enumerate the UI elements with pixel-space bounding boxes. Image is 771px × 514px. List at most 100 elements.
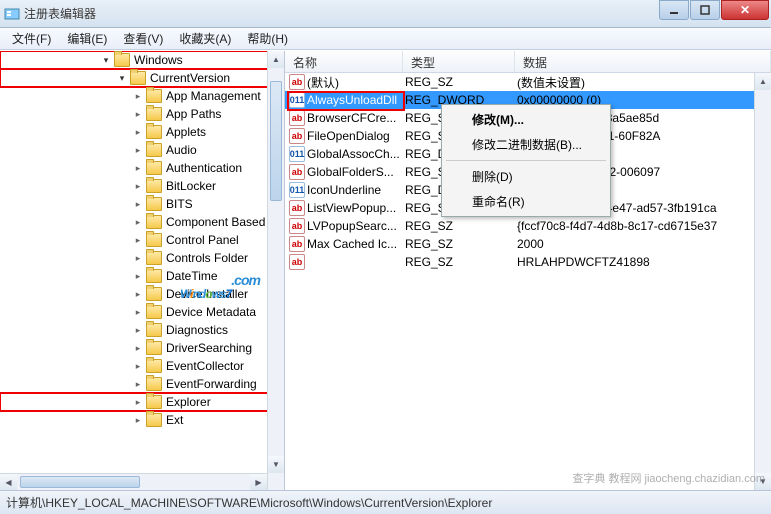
tree-item-device-installer[interactable]: ▸ Device Installer	[0, 285, 284, 303]
scroll-down-button[interactable]: ▼	[268, 456, 284, 473]
cell-name: ListViewPopup...	[307, 201, 405, 215]
menu-edit[interactable]: 编辑(E)	[59, 28, 115, 49]
chevron-right-icon[interactable]: ▸	[132, 198, 144, 210]
ctx-separator	[446, 160, 606, 161]
chevron-right-icon[interactable]: ▸	[132, 144, 144, 156]
ctx-modify[interactable]: 修改(M)...	[444, 107, 608, 132]
folder-icon	[130, 71, 146, 85]
ctx-delete[interactable]: 删除(D)	[444, 164, 608, 189]
chevron-right-icon[interactable]: ▸	[132, 216, 144, 228]
chevron-right-icon[interactable]: ▸	[132, 90, 144, 102]
chevron-right-icon[interactable]: ▸	[132, 162, 144, 174]
title-bar: 注册表编辑器 ✕	[0, 0, 771, 28]
status-path: 计算机\HKEY_LOCAL_MACHINE\SOFTWARE\Microsof…	[6, 494, 492, 511]
cell-name: BrowserCFCre...	[307, 111, 405, 125]
scroll-up-button[interactable]: ▲	[268, 51, 284, 68]
tree-label: App Management	[164, 89, 263, 103]
chevron-right-icon[interactable]: ▸	[132, 180, 144, 192]
binary-value-icon: 011	[289, 92, 305, 108]
tree-item-component-based[interactable]: ▸Component Based	[0, 213, 284, 231]
list-header: 名称 类型 数据	[285, 51, 771, 73]
string-value-icon: ab	[289, 110, 305, 126]
chevron-right-icon[interactable]: ▸	[132, 108, 144, 120]
tree-item-driversearching[interactable]: ▸DriverSearching	[0, 339, 284, 357]
chevron-right-icon[interactable]: ▸	[132, 396, 144, 408]
string-value-icon: ab	[289, 218, 305, 234]
col-type[interactable]: 类型	[403, 51, 515, 72]
maximize-button[interactable]	[690, 0, 720, 20]
tree-item-datetime[interactable]: ▸DateTime	[0, 267, 284, 285]
tree-scrollbar-horizontal[interactable]: ◀ ▶	[0, 473, 267, 490]
scroll-right-button[interactable]: ▶	[250, 474, 267, 490]
chevron-right-icon[interactable]: ▸	[132, 306, 144, 318]
tree-label: Device Metadata	[164, 305, 258, 319]
chevron-right-icon[interactable]: ▸	[132, 270, 144, 282]
string-value-icon: ab	[289, 128, 305, 144]
scroll-thumb[interactable]	[270, 81, 282, 201]
minimize-button[interactable]	[659, 0, 689, 20]
ctx-rename[interactable]: 重命名(R)	[444, 189, 608, 214]
tree-item-eventcollector[interactable]: ▸ EventCollector	[0, 357, 284, 375]
cell-name: (默认)	[307, 74, 405, 91]
tree-label: Device Installer	[164, 287, 250, 301]
chevron-right-icon[interactable]: ▸	[132, 342, 144, 354]
tree-label: Controls Folder	[164, 251, 250, 265]
status-bar: 计算机\HKEY_LOCAL_MACHINE\SOFTWARE\Microsof…	[0, 490, 771, 514]
list-scrollbar-vertical[interactable]: ▲ ▼	[754, 73, 771, 490]
tree-item-applets[interactable]: ▸Applets	[0, 123, 284, 141]
tree-item-bits[interactable]: ▸BITS	[0, 195, 284, 213]
tree-item-authentication[interactable]: ▸Authentication	[0, 159, 284, 177]
tree-scrollbar-vertical[interactable]: ▲ ▼	[267, 51, 284, 490]
tree-item-bitlocker[interactable]: ▸ BitLocker	[0, 177, 284, 195]
tree-label: BitLocker	[164, 179, 218, 193]
tree-item-controls-folder[interactable]: ▸ Controls Folder	[0, 249, 284, 267]
tree-currentversion[interactable]: ▾ CurrentVersion	[0, 69, 284, 87]
menu-help[interactable]: 帮助(H)	[239, 28, 296, 49]
scroll-thumb[interactable]	[20, 476, 140, 488]
tree-label: EventCollector	[164, 359, 246, 373]
scroll-up-button[interactable]: ▲	[755, 73, 771, 90]
tree-windows[interactable]: ▾Windows	[0, 51, 284, 69]
scroll-left-button[interactable]: ◀	[0, 474, 17, 490]
tree-item-device-metadata[interactable]: ▸ Device Metadata	[0, 303, 284, 321]
folder-icon	[146, 125, 162, 139]
chevron-right-icon[interactable]: ▸	[132, 378, 144, 390]
chevron-down-icon[interactable]: ▾	[100, 54, 112, 66]
folder-icon	[146, 179, 162, 193]
col-name[interactable]: 名称	[285, 51, 403, 72]
chevron-right-icon[interactable]: ▸	[132, 252, 144, 264]
tree-item-explorer[interactable]: ▸Explorer	[0, 393, 284, 411]
col-data[interactable]: 数据	[515, 51, 771, 72]
string-value-icon: ab	[289, 74, 305, 90]
menu-favorites[interactable]: 收藏夹(A)	[171, 28, 239, 49]
chevron-right-icon[interactable]: ▸	[132, 288, 144, 300]
ctx-modify-binary[interactable]: 修改二进制数据(B)...	[444, 132, 608, 157]
tree-item-audio[interactable]: ▸Audio	[0, 141, 284, 159]
chevron-right-icon[interactable]: ▸	[132, 324, 144, 336]
folder-icon	[146, 107, 162, 121]
tree-item-diagnostics[interactable]: ▸Diagnostics	[0, 321, 284, 339]
tree-label: CurrentVersion	[148, 71, 232, 85]
chevron-right-icon[interactable]: ▸	[132, 234, 144, 246]
tree-item-app-paths[interactable]: ▸App Paths	[0, 105, 284, 123]
list-row[interactable]: abLVPopupSearc...REG_SZ{fccf70c8-f4d7-4d…	[285, 217, 771, 235]
tree-item-app-management[interactable]: ▸ App Management	[0, 87, 284, 105]
cell-type: REG_SZ	[405, 219, 517, 233]
chevron-right-icon[interactable]: ▸	[132, 414, 144, 426]
chevron-right-icon[interactable]: ▸	[132, 360, 144, 372]
tree-item-ext[interactable]: ▸Ext	[0, 411, 284, 429]
list-row[interactable]: abMax Cached Ic...REG_SZ2000	[285, 235, 771, 253]
menu-file[interactable]: 文件(F)	[4, 28, 59, 49]
chevron-right-icon[interactable]: ▸	[132, 126, 144, 138]
binary-value-icon: 011	[289, 146, 305, 162]
cell-data: (数值未设置)	[517, 74, 771, 91]
tree-item-eventforwarding[interactable]: ▸EventForwarding	[0, 375, 284, 393]
list-pane: 名称 类型 数据 ab(默认)REG_SZ(数值未设置)011AlwaysUnl…	[285, 51, 771, 490]
tree-item-control-panel[interactable]: ▸Control Panel	[0, 231, 284, 249]
menu-view[interactable]: 查看(V)	[115, 28, 171, 49]
close-button[interactable]: ✕	[721, 0, 769, 20]
list-row[interactable]: ab(默认)REG_SZ(数值未设置)	[285, 73, 771, 91]
chevron-down-icon[interactable]: ▾	[116, 72, 128, 84]
string-value-icon: ab	[289, 200, 305, 216]
list-row[interactable]: abREG_SZHRLAHPDWCFTZ41898	[285, 253, 771, 271]
